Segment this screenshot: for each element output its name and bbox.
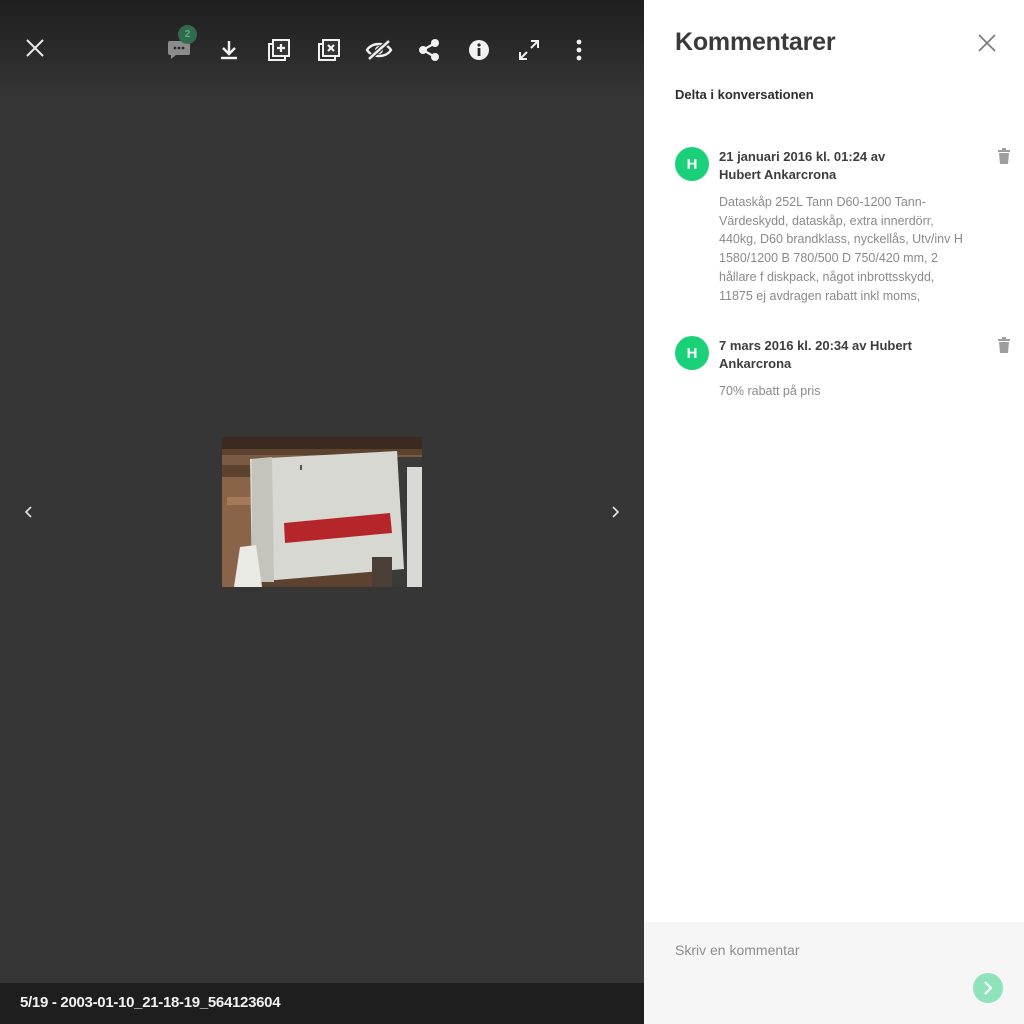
close-panel-icon[interactable] — [974, 30, 1000, 56]
remove-from-album-icon[interactable] — [313, 34, 345, 66]
comment-header: 7 mars 2016 kl. 20:34 av Hubert Ankarcro… — [719, 338, 912, 371]
delete-comment-icon[interactable] — [997, 148, 1011, 164]
share-icon[interactable] — [413, 34, 445, 66]
photo-caption: 5/19 - 2003-01-10_21-18-19_564123604 — [20, 994, 281, 1011]
avatar: H — [675, 147, 709, 181]
comments-panel: Kommentarer Delta i konversationen H 21 … — [644, 0, 1024, 1024]
viewer-toolbar: 2 — [0, 0, 644, 100]
fullscreen-icon[interactable] — [513, 34, 545, 66]
join-conversation-label: Delta i konversationen — [675, 87, 814, 102]
previous-arrow-icon[interactable] — [17, 500, 41, 524]
caption-bar: 5/19 - 2003-01-10_21-18-19_564123604 — [0, 983, 644, 1024]
hide-icon[interactable] — [363, 34, 395, 66]
chevron-right-icon — [984, 981, 993, 995]
comment-item: H 21 januari 2016 kl. 01:24 av Hubert An… — [675, 147, 1015, 307]
comment-header: 21 januari 2016 kl. 01:24 av Hubert Anka… — [719, 149, 886, 182]
comment-item: H 7 mars 2016 kl. 20:34 av Hubert Ankarc… — [675, 336, 1015, 406]
more-icon[interactable] — [563, 34, 595, 66]
comment-count-badge: 2 — [178, 25, 197, 44]
send-button[interactable] — [973, 973, 1003, 1003]
delete-comment-icon[interactable] — [997, 337, 1011, 353]
add-to-album-icon[interactable] — [263, 34, 295, 66]
comment-input[interactable] — [675, 940, 955, 960]
comment-composer — [644, 922, 1024, 1024]
next-arrow-icon[interactable] — [603, 500, 627, 524]
comment-body: 70% rabatt på pris — [719, 384, 821, 398]
avatar: H — [675, 336, 709, 370]
panel-title: Kommentarer — [675, 28, 836, 56]
info-icon[interactable] — [463, 34, 495, 66]
main-photo — [222, 437, 422, 587]
photo-viewer: 2 5/19 - 2003-01-10_21-18-19_564123604 — [0, 0, 644, 1024]
comment-body: Dataskåp 252L Tann D60-1200 Tann-Värdesk… — [719, 195, 963, 303]
download-icon[interactable] — [213, 34, 245, 66]
close-icon[interactable] — [19, 32, 51, 64]
